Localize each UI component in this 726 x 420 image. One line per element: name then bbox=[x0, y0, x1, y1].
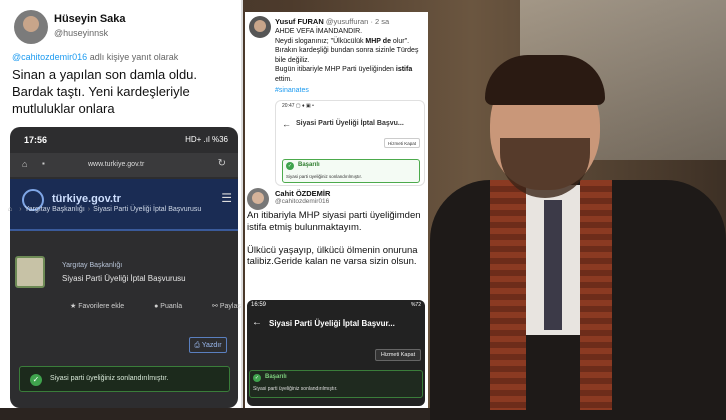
back-arrow-icon[interactable]: ← bbox=[252, 317, 262, 328]
tweet-header: Yusuf FURAN @yusuffuran · 2 sa bbox=[275, 17, 389, 26]
tweet-text: AHDE VEFA İMANDANDIR. Neydi sloganınız; … bbox=[275, 27, 425, 84]
tweet-line-2: Neydi sloganınız; "Ülkücülük MHP de olur… bbox=[275, 37, 410, 45]
author-name[interactable]: Yusuf FURAN bbox=[275, 17, 324, 26]
site-logo-text[interactable]: türkiye.gov.tr bbox=[52, 193, 121, 205]
reply-context: @cahitozdemir016 adlı kişiye yanıt olara… bbox=[12, 52, 178, 62]
reply-mention-link[interactable]: @cahitozdemir016 bbox=[12, 52, 87, 62]
breadcrumb-sep-icon: › bbox=[87, 206, 91, 213]
screen-title: Siyasi Parti Üyeliği İptal Başvu... bbox=[296, 120, 404, 127]
tweet-line-1: AHDE VEFA İMANDANDIR. bbox=[275, 28, 363, 35]
check-icon: ✓ bbox=[253, 374, 261, 382]
hair bbox=[485, 55, 605, 105]
check-icon: ✓ bbox=[286, 162, 294, 170]
success-description: Siyasi parti üyeliğiniz sonlandırılmıştı… bbox=[253, 386, 338, 392]
success-title: Başarılı bbox=[265, 374, 287, 380]
chevron-right-icon[interactable]: › bbox=[4, 246, 7, 257]
close-service-button[interactable]: Hizmeti Kapat bbox=[375, 349, 421, 361]
success-alert: Siyasi parti üyeliğiniz sonlandırılmıştı… bbox=[19, 366, 230, 392]
success-title: Başarılı bbox=[298, 162, 320, 168]
favorite-button[interactable]: ★ Favorilere ekle bbox=[70, 303, 138, 310]
tweet-text: Sinan a yapılan son damla oldu. Bardak t… bbox=[12, 67, 198, 116]
lock-icon: ▪ bbox=[42, 159, 45, 168]
breadcrumb: ⌂ › Yargıtay Başkanlığı › Siyasi Parti Üyeli… bbox=[8, 206, 236, 224]
tie bbox=[544, 200, 562, 330]
screen-title: Siyasi Parti Üyeliği İptal Başvur... bbox=[269, 319, 395, 328]
status-indicators: %72 bbox=[410, 302, 421, 308]
author-handle[interactable]: @huseyinnsk bbox=[54, 28, 108, 38]
reload-icon[interactable]: ↻ bbox=[218, 158, 226, 169]
embedded-screenshot-1[interactable]: 20:47 ▢ ♦ ▣ • ← Siyasi Parti Üyeliği İpt… bbox=[275, 100, 425, 186]
tweet-line-3: Bırakın kardeşliği bundan sonra sizinle … bbox=[275, 47, 419, 64]
back-arrow-icon[interactable]: ← bbox=[282, 119, 291, 129]
scarf-left bbox=[490, 180, 526, 410]
author-handle[interactable]: @cahitozdemir016 bbox=[275, 198, 329, 205]
tweet-time[interactable]: · 2 sa bbox=[370, 17, 389, 26]
author-handle[interactable]: @yusuffuran bbox=[326, 17, 369, 26]
card-subtitle[interactable]: Yargıtay Başkanlığı bbox=[62, 262, 122, 269]
breadcrumb-item-2: Siyasi Parti Üyeliği İptal Başvurusu bbox=[93, 206, 202, 213]
embedded-screenshot-2[interactable]: 16:59 %72 ← Siyasi Parti Üyeliği İptal B… bbox=[247, 300, 425, 406]
rate-button[interactable]: ● Puanla bbox=[154, 303, 196, 310]
breadcrumb-item-1[interactable]: Yargıtay Başkanlığı bbox=[25, 206, 85, 213]
tweet-card-2: Yusuf FURAN @yusuffuran · 2 sa AHDE VEFA… bbox=[245, 12, 428, 408]
tweet-card-1: Hüseyin Saka @huseyinnsk @cahitozdemir01… bbox=[0, 0, 243, 408]
card-title: Siyasi Parti Üyeliği İptal Başvurusu bbox=[62, 274, 186, 283]
author-name[interactable]: Hüseyin Saka bbox=[54, 13, 126, 25]
tweet-text: An itibariyla MHP siyasi parti üyeliğimd… bbox=[247, 210, 421, 267]
avatar[interactable] bbox=[249, 16, 271, 38]
hashtag-link[interactable]: #sinanates bbox=[275, 87, 309, 94]
author-name[interactable]: Cahit ÖZDEMİR bbox=[275, 189, 330, 198]
status-time: 16:59 bbox=[251, 302, 267, 308]
person-photo bbox=[430, 55, 726, 420]
avatar[interactable] bbox=[14, 10, 48, 44]
print-button[interactable]: ⎙ Yazdır bbox=[189, 337, 227, 353]
close-service-button[interactable]: Hizmeti Kapat bbox=[384, 138, 420, 148]
breadcrumb-sep-icon: › bbox=[19, 206, 22, 213]
status-bar: 20:47 ▢ ♦ ▣ • bbox=[282, 103, 314, 109]
scarf-right bbox=[580, 180, 612, 410]
avatar[interactable] bbox=[247, 188, 269, 210]
check-icon: ✓ bbox=[30, 374, 42, 386]
reply-suffix: adlı kişiye yanıt olarak bbox=[87, 52, 179, 62]
breadcrumb-home-icon[interactable]: ⌂ bbox=[8, 206, 12, 213]
status-time: 17:56 bbox=[24, 135, 48, 145]
status-indicators: HD+ .ıl %36 bbox=[185, 135, 228, 144]
tweet-line-4: Bugün itibariyle MHP Parti üyeliğinden i… bbox=[275, 66, 413, 83]
card-actions: ★ Favorilere ekle ● Puanla ⚯ Paylaş bbox=[70, 302, 269, 310]
home-icon[interactable]: ⌂ bbox=[22, 159, 32, 169]
hamburger-menu-icon[interactable]: ☰ bbox=[221, 191, 232, 205]
success-description: Siyasi parti üyeliğiniz sonlandırılmıştı… bbox=[286, 174, 363, 179]
yargitay-seal-icon bbox=[15, 256, 45, 288]
